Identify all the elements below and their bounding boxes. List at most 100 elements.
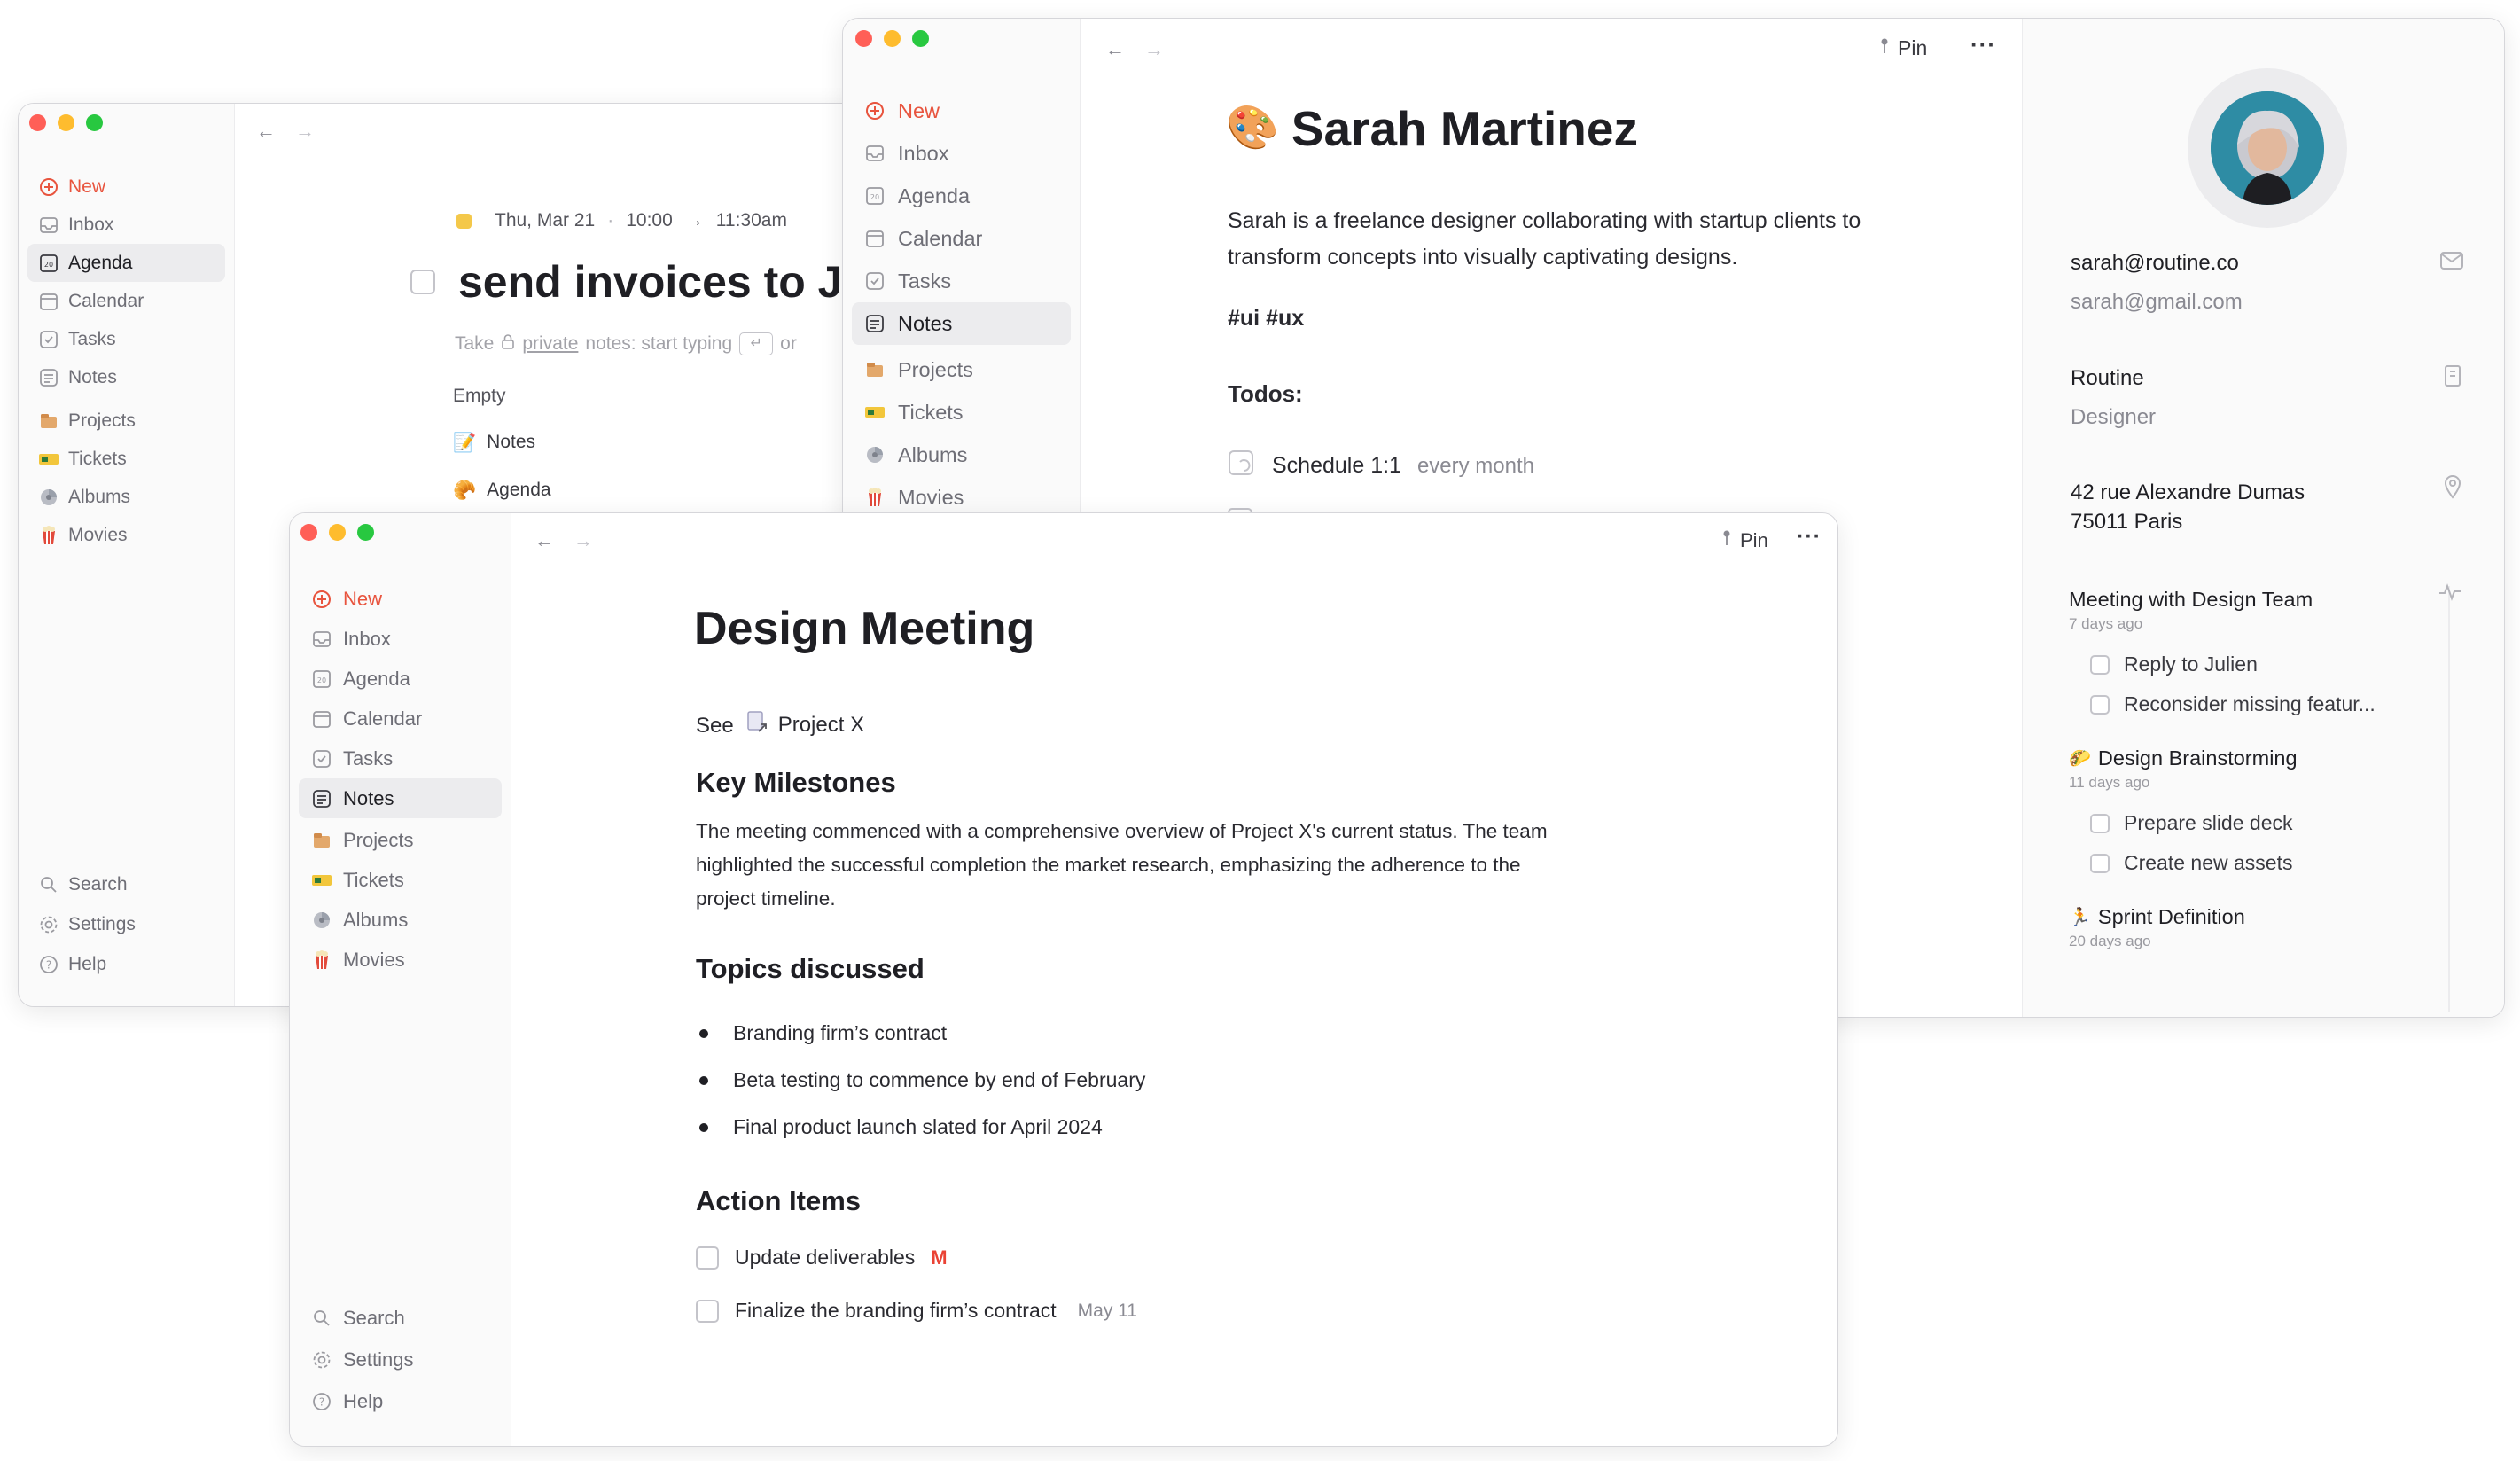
task-checkbox[interactable] <box>2090 654 2110 675</box>
job-role[interactable]: Designer <box>2071 405 2156 430</box>
private-link[interactable]: private <box>522 333 578 355</box>
activity-title[interactable]: 🏃 Sprint Definition <box>2069 905 2441 929</box>
event-checkbox[interactable] <box>410 270 435 294</box>
forward-arrow-icon[interactable]: → <box>295 120 315 143</box>
sidebar-item-search[interactable]: Search <box>299 1297 502 1339</box>
pin-button[interactable]: Pin <box>1720 529 1768 552</box>
topic-list-item[interactable]: Final product launch slated for April 20… <box>699 1104 1145 1151</box>
sidebar-item-agenda[interactable]: 20 Agenda <box>852 175 1071 217</box>
sidebar-item-help[interactable]: ? Help <box>27 944 225 984</box>
sidebar-item-albums[interactable]: Albums <box>299 900 502 940</box>
back-arrow-icon[interactable]: ← <box>256 120 276 143</box>
sidebar-item-projects[interactable]: Projects <box>852 348 1071 391</box>
minimize-window-button[interactable] <box>884 30 901 47</box>
sidebar-item-notes[interactable]: Notes <box>27 358 225 396</box>
topic-list-item[interactable]: Beta testing to commence by end of Febru… <box>699 1057 1145 1104</box>
event-title[interactable]: send invoices to Ju <box>458 256 870 308</box>
sidebar-item-help[interactable]: ? Help <box>299 1380 502 1422</box>
sidebar-item-tickets[interactable]: Tickets <box>299 860 502 900</box>
sidebar-item-settings[interactable]: Settings <box>27 904 225 944</box>
activity-task[interactable]: Create new assets <box>2069 851 2441 875</box>
back-arrow-icon[interactable]: ← <box>1105 38 1125 61</box>
sidebar-item-agenda[interactable]: 20 Agenda <box>299 659 502 699</box>
sidebar-item-tasks[interactable]: Tasks <box>852 260 1071 302</box>
sidebar-item-tickets[interactable]: Tickets <box>27 440 225 478</box>
minimize-window-button[interactable] <box>329 524 346 541</box>
action-item[interactable]: Finalize the branding firm’s contract Ma… <box>696 1299 1137 1323</box>
activity-title[interactable]: 🌮 Design Brainstorming <box>2069 746 2441 770</box>
maximize-window-button[interactable] <box>357 524 374 541</box>
maximize-window-button[interactable] <box>86 114 103 131</box>
milestones-paragraph[interactable]: The meeting commenced with a comprehensi… <box>696 815 1548 916</box>
sidebar-item-new[interactable]: New <box>852 90 1071 132</box>
action-item[interactable]: Update deliverables M <box>696 1246 948 1270</box>
note-title[interactable]: Design Meeting <box>694 602 1034 655</box>
minimize-window-button[interactable] <box>58 114 74 131</box>
task-checkbox[interactable] <box>2090 853 2110 873</box>
contact-name[interactable]: Sarah Martinez <box>1291 100 1638 157</box>
close-window-button[interactable] <box>855 30 872 47</box>
notes-prompt[interactable]: Take private notes: start typing ↵ or <box>455 332 797 355</box>
activity-task[interactable]: Reply to Julien <box>2069 652 2441 676</box>
project-x-link[interactable]: Project X <box>777 713 865 738</box>
sidebar-item-tickets[interactable]: Tickets <box>852 391 1071 434</box>
email-secondary[interactable]: sarah@gmail.com <box>2071 290 2243 315</box>
due-date[interactable]: May 11 <box>1078 1301 1137 1322</box>
sidebar-item-inbox[interactable]: Inbox <box>852 132 1071 175</box>
sidebar-item-albums[interactable]: Albums <box>852 434 1071 476</box>
sidebar-item-settings[interactable]: Settings <box>299 1339 502 1380</box>
sidebar-item-calendar[interactable]: Calendar <box>27 282 225 320</box>
mail-icon[interactable] <box>2439 251 2464 275</box>
pin-button[interactable]: Pin <box>1878 36 1927 60</box>
maximize-window-button[interactable] <box>912 30 929 47</box>
sidebar-item-calendar[interactable]: Calendar <box>299 699 502 738</box>
task-checkbox[interactable] <box>2090 813 2110 833</box>
contact-tags[interactable]: #ui #ux <box>1228 306 1304 332</box>
contact-bio[interactable]: Sarah is a freelance designer collaborat… <box>1228 203 1861 276</box>
linked-agenda[interactable]: 🥐 Agenda <box>453 480 551 501</box>
forward-arrow-icon[interactable]: → <box>1144 38 1164 61</box>
back-arrow-icon[interactable]: ← <box>534 529 554 552</box>
topic-list-item[interactable]: Branding firm’s contract <box>699 1010 1145 1057</box>
sidebar-item-new[interactable]: New <box>299 579 502 619</box>
action-checkbox[interactable] <box>696 1299 719 1323</box>
close-window-button[interactable] <box>300 524 317 541</box>
sidebar-item-albums[interactable]: Albums <box>27 478 225 516</box>
sidebar-item-search[interactable]: Search <box>27 864 225 904</box>
todo-item[interactable]: Schedule 1:1 every month <box>1228 449 1534 482</box>
sidebar-item-movies[interactable]: Movies <box>27 516 225 554</box>
palette-emoji-icon[interactable]: 🎨 <box>1226 107 1279 150</box>
event-end-time[interactable]: 11:30am <box>716 210 787 231</box>
gmail-icon[interactable]: M <box>931 1246 947 1270</box>
address[interactable]: 42 rue Alexandre Dumas 75011 Paris <box>2071 478 2305 536</box>
activity-task[interactable]: Reconsider missing featur... <box>2069 692 2441 716</box>
event-start-time[interactable]: 10:00 <box>626 210 673 231</box>
task-checkbox[interactable] <box>2090 694 2110 715</box>
sidebar-item-new[interactable]: New <box>27 168 225 206</box>
sidebar-item-notes[interactable]: Notes <box>852 302 1071 345</box>
more-icon[interactable]: ··· <box>1797 524 1822 550</box>
sidebar-item-calendar[interactable]: Calendar <box>852 217 1071 260</box>
sidebar-item-agenda[interactable]: 20 Agenda <box>27 244 225 282</box>
activity-title[interactable]: Meeting with Design Team <box>2069 588 2441 612</box>
repeat-checkbox-icon[interactable] <box>1228 449 1256 482</box>
more-icon[interactable]: ··· <box>1970 31 1996 59</box>
activity-task[interactable]: Prepare slide deck <box>2069 811 2441 835</box>
sidebar-item-inbox[interactable]: Inbox <box>27 206 225 244</box>
linked-notes[interactable]: 📝 Notes <box>453 432 535 453</box>
sidebar-item-inbox[interactable]: Inbox <box>299 619 502 659</box>
sidebar-item-notes[interactable]: Notes <box>299 778 502 818</box>
sidebar-item-projects[interactable]: Projects <box>299 820 502 860</box>
close-window-button[interactable] <box>29 114 46 131</box>
sidebar-item-projects[interactable]: Projects <box>27 402 225 440</box>
company-name[interactable]: Routine <box>2071 366 2144 391</box>
sidebar-item-tasks[interactable]: Tasks <box>27 320 225 358</box>
avatar[interactable] <box>2211 91 2324 205</box>
forward-arrow-icon[interactable]: → <box>573 529 593 552</box>
sidebar-item-movies[interactable]: Movies <box>299 940 502 980</box>
event-date[interactable]: Thu, Mar 21 <box>495 210 595 231</box>
email-primary[interactable]: sarah@routine.co <box>2071 251 2239 276</box>
action-checkbox[interactable] <box>696 1246 719 1270</box>
event-color-swatch[interactable] <box>456 213 472 229</box>
sidebar-item-tasks[interactable]: Tasks <box>299 738 502 778</box>
